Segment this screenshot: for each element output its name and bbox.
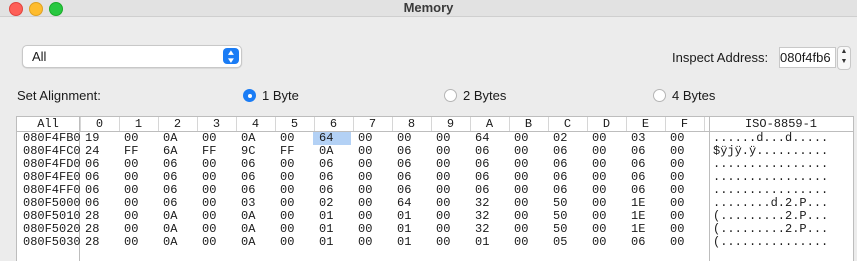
radio-2-bytes-label[interactable]: 2 Bytes <box>463 88 506 103</box>
header-divider <box>509 117 510 131</box>
radio-4-bytes[interactable] <box>653 89 666 102</box>
header-divider <box>665 117 666 131</box>
header-divider <box>314 117 315 131</box>
header-divider <box>353 117 354 131</box>
header-divider <box>626 117 627 131</box>
header-divider <box>548 117 549 131</box>
byte-cell[interactable]: 28 <box>85 236 99 249</box>
header-divider <box>704 117 705 131</box>
column-header-address[interactable]: All <box>17 117 79 131</box>
byte-cell[interactable]: 00 <box>514 236 528 249</box>
memory-table[interactable]: All 0 1 2 3 4 5 6 7 8 9 A B C D E F ISO-8859-1 080F4FB0 19 0… <box>16 116 854 261</box>
radio-1-byte-label[interactable]: 1 Byte <box>262 88 299 103</box>
iso-text[interactable]: (............... <box>713 236 828 249</box>
radio-4-bytes-label[interactable]: 4 Bytes <box>672 88 715 103</box>
column-header-byte[interactable]: 6 <box>314 117 353 131</box>
inspect-address-label: Inspect Address: <box>672 50 769 65</box>
table-header-row: All 0 1 2 3 4 5 6 7 8 9 A B C D E F ISO-8859-1 <box>17 117 853 132</box>
column-header-byte[interactable]: 4 <box>236 117 275 131</box>
title-bar: Memory <box>0 0 857 16</box>
byte-cell[interactable]: 00 <box>202 236 216 249</box>
column-header-byte[interactable]: A <box>470 117 509 131</box>
column-header-byte[interactable]: 5 <box>275 117 314 131</box>
column-header-byte[interactable]: 0 <box>80 117 119 131</box>
column-header-byte[interactable]: C <box>548 117 587 131</box>
byte-cell[interactable]: 00 <box>280 236 294 249</box>
column-header-byte[interactable]: D <box>587 117 626 131</box>
alignment-label: Set Alignment: <box>17 88 101 103</box>
byte-cell[interactable]: 00 <box>670 236 684 249</box>
column-header-byte[interactable]: 3 <box>197 117 236 131</box>
header-divider <box>431 117 432 131</box>
column-header-iso[interactable]: ISO-8859-1 <box>709 117 853 131</box>
memory-region-popup[interactable]: All ▴ ▾ <box>22 45 242 68</box>
byte-cell[interactable]: 0A <box>241 236 255 249</box>
inspect-address-value: 080f4fb6 <box>780 50 831 65</box>
radio-1-byte[interactable] <box>243 89 256 102</box>
byte-cell[interactable]: 01 <box>475 236 489 249</box>
header-divider <box>392 117 393 131</box>
header-divider <box>158 117 159 131</box>
byte-cell[interactable]: 01 <box>397 236 411 249</box>
byte-cell[interactable]: 00 <box>358 236 372 249</box>
column-header-byte[interactable]: 1 <box>119 117 158 131</box>
column-header-byte[interactable]: B <box>509 117 548 131</box>
header-divider <box>80 117 81 131</box>
inspect-address-input[interactable]: 080f4fb6 <box>779 47 836 68</box>
header-divider <box>119 117 120 131</box>
memory-row[interactable]: 080F5030 28 00 0A 00 0A 00 01 00 01 00 01 00 05 00 06 00… <box>17 236 853 249</box>
byte-cell[interactable]: 00 <box>592 236 606 249</box>
title-separator <box>0 16 857 17</box>
column-header-byte[interactable]: E <box>626 117 665 131</box>
byte-cell[interactable]: 01 <box>319 236 333 249</box>
byte-cell[interactable]: 06 <box>631 236 645 249</box>
radio-2-bytes[interactable] <box>444 89 457 102</box>
column-header-byte[interactable]: 7 <box>353 117 392 131</box>
chevron-updown-icon[interactable]: ▴ ▾ <box>223 48 239 65</box>
column-header-byte[interactable]: 8 <box>392 117 431 131</box>
byte-cell[interactable]: 0A <box>163 236 177 249</box>
column-header-byte[interactable]: 9 <box>431 117 470 131</box>
column-header-byte[interactable]: 2 <box>158 117 197 131</box>
row-address: 080F5030 <box>23 235 81 249</box>
address-stepper[interactable]: ▲ ▼ <box>837 46 851 70</box>
header-divider <box>587 117 588 131</box>
byte-cell[interactable]: 05 <box>553 236 567 249</box>
byte-cell[interactable]: 00 <box>436 236 450 249</box>
memory-region-value: All <box>32 49 47 64</box>
header-divider <box>236 117 237 131</box>
byte-cell[interactable]: 00 <box>124 236 138 249</box>
column-header-byte[interactable]: F <box>665 117 704 131</box>
header-divider <box>197 117 198 131</box>
window-title: Memory <box>403 0 454 15</box>
header-divider <box>470 117 471 131</box>
header-divider <box>275 117 276 131</box>
